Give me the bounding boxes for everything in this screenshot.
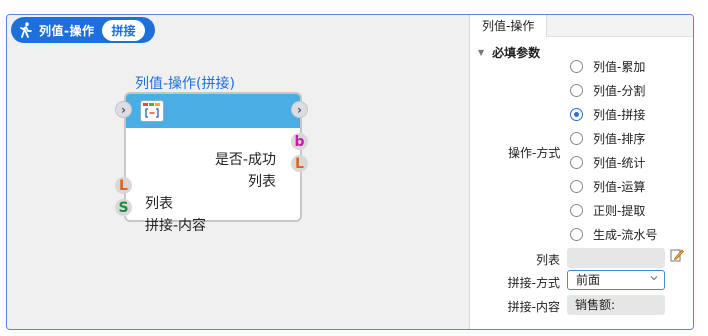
input-label-join-content: 拼接-内容	[145, 218, 207, 234]
section-title: 必填参数	[492, 46, 541, 60]
flow-out-port-icon[interactable]: ›	[291, 101, 308, 118]
properties-panel: 列值-操作 ▼ 必填参数 操作-方式 列值-累加 列值-分割 列值-拼接 列值-…	[469, 15, 693, 329]
option-split[interactable]: 列值-分割	[570, 82, 645, 99]
list-output-port[interactable]: L	[291, 155, 308, 172]
join-mode-select[interactable]: 前面	[567, 270, 665, 290]
radio-button[interactable]	[570, 156, 583, 169]
radio-button[interactable]	[570, 228, 583, 241]
option-statistics[interactable]: 列值-统计	[570, 154, 645, 171]
radio-button[interactable]	[570, 132, 583, 145]
output-label-success: 是否-成功	[214, 152, 276, 168]
operation-node[interactable]: 是否-成功 列表 列表 拼接-内容	[124, 92, 302, 234]
option-join[interactable]: 列值-拼接	[570, 106, 645, 123]
option-label: 列值-统计	[593, 156, 646, 170]
radio-button[interactable]	[570, 204, 583, 217]
option-label: 列值-运算	[593, 180, 646, 194]
option-regex-extract[interactable]: 正则-提取	[570, 202, 645, 219]
collapse-triangle-icon[interactable]: ▼	[478, 48, 484, 57]
option-label: 正则-提取	[593, 204, 646, 218]
join-content-field[interactable]: 销售额:	[567, 295, 665, 315]
panel-tabbar: 列值-操作	[470, 15, 693, 37]
string-input-port[interactable]: S	[115, 199, 132, 216]
flow-in-port-icon[interactable]: ›	[115, 101, 132, 118]
option-serial-number[interactable]: 生成-流水号	[570, 226, 657, 243]
required-params-section[interactable]: ▼ 必填参数	[478, 44, 540, 61]
option-accumulate[interactable]: 列值-累加	[570, 58, 645, 75]
option-label: 列值-分割	[593, 84, 646, 98]
option-label: 生成-流水号	[593, 228, 658, 242]
step-title: 列值-操作	[39, 23, 95, 38]
edit-icon[interactable]	[670, 248, 684, 262]
list-input-port[interactable]: L	[115, 177, 132, 194]
flow-canvas[interactable]: 列值-操作 拼接 列值-操作(拼接) 是否-成功 列表 列表 拼接-内容 › ›…	[7, 15, 469, 329]
list-field-label: 列表	[535, 253, 560, 267]
step-mode-badge[interactable]: 拼接	[102, 19, 145, 41]
radio-button-selected[interactable]	[570, 108, 583, 121]
input-label-list: 列表	[145, 196, 173, 212]
node-header	[126, 94, 300, 128]
output-label-list: 列表	[248, 174, 276, 190]
option-label: 列值-累加	[593, 60, 646, 74]
option-compute[interactable]: 列值-运算	[570, 178, 645, 195]
node-title: 列值-操作(拼接)	[135, 76, 235, 92]
walking-person-icon	[20, 22, 32, 38]
list-operation-icon	[140, 100, 164, 122]
tab-operation[interactable]: 列值-操作	[470, 15, 548, 37]
join-mode-value: 前面	[576, 273, 601, 287]
step-header[interactable]: 列值-操作 拼接	[11, 17, 155, 43]
join-mode-label: 拼接-方式	[507, 276, 560, 290]
radio-button[interactable]	[570, 60, 583, 73]
radio-button[interactable]	[570, 84, 583, 97]
radio-button[interactable]	[570, 180, 583, 193]
chevron-down-icon	[650, 276, 658, 281]
boolean-output-port[interactable]: b	[291, 133, 308, 150]
option-sort[interactable]: 列值-排序	[570, 130, 645, 147]
operation-mode-label: 操作-方式	[508, 146, 561, 160]
option-label: 列值-拼接	[593, 108, 646, 122]
editor-frame: 列值-操作 拼接 列值-操作(拼接) 是否-成功 列表 列表 拼接-内容 › ›…	[6, 14, 694, 330]
list-field[interactable]	[567, 248, 665, 268]
option-label: 列值-排序	[593, 132, 646, 146]
join-content-label: 拼接-内容	[507, 300, 560, 314]
